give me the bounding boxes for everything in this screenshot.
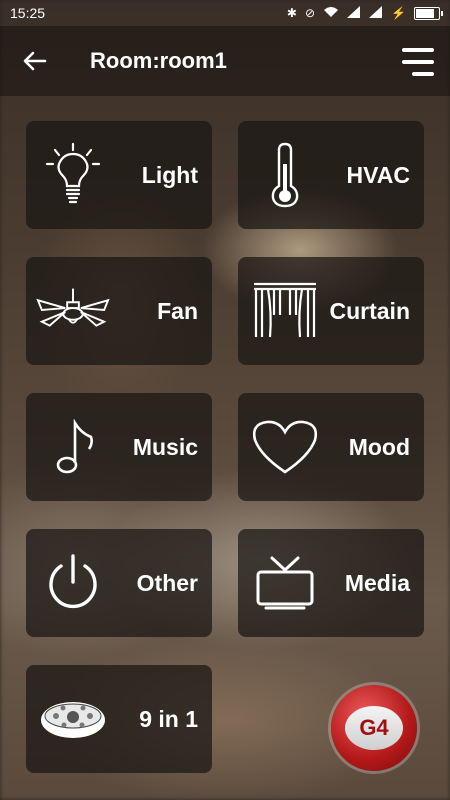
tile-hvac[interactable]: HVAC xyxy=(238,121,424,229)
tile-label: Curtain xyxy=(329,297,411,324)
tile-label: Other xyxy=(136,569,198,596)
alarm-off-icon: ⊘ xyxy=(304,6,316,20)
tile-label: Light xyxy=(141,161,198,188)
status-time: 15:25 xyxy=(10,5,46,21)
heart-icon xyxy=(248,413,322,481)
lightbulb-icon xyxy=(36,141,110,209)
menu-icon[interactable] xyxy=(402,48,434,76)
ceiling-fan-icon xyxy=(36,277,110,345)
tile-label: HVAC xyxy=(346,161,410,188)
tile-light[interactable]: Light xyxy=(26,121,212,229)
tile-label: Fan xyxy=(157,297,198,324)
thermometer-icon xyxy=(248,141,322,209)
bluetooth-icon: ✱ xyxy=(286,6,297,20)
tile-media[interactable]: Media xyxy=(238,529,424,637)
tile-9in1[interactable]: 9 in 1 xyxy=(26,665,212,773)
tile-label: Music xyxy=(132,433,198,460)
app-bar: Room:room1 xyxy=(0,26,450,96)
curtain-icon xyxy=(248,277,322,345)
tv-icon xyxy=(248,549,322,617)
battery-icon xyxy=(414,6,443,20)
signal-icon xyxy=(347,5,361,21)
tile-label: 9 in 1 xyxy=(139,705,198,732)
tile-fan[interactable]: Fan xyxy=(26,257,212,365)
music-note-icon xyxy=(36,413,110,481)
tile-label: Mood xyxy=(348,433,410,460)
g4-logo[interactable]: G4 xyxy=(331,685,417,771)
g4-badge: G4 xyxy=(345,706,403,750)
power-icon xyxy=(36,549,110,617)
arrow-left-icon[interactable] xyxy=(20,46,50,76)
tile-mood[interactable]: Mood xyxy=(238,393,424,501)
sensor-9in1-icon xyxy=(36,685,110,753)
charging-icon: ⚡ xyxy=(391,6,406,20)
wifi-icon xyxy=(323,6,339,21)
page-title: Room:room1 xyxy=(90,48,227,73)
tile-curtain[interactable]: Curtain xyxy=(238,257,424,365)
tile-music[interactable]: Music xyxy=(26,393,212,501)
signal-icon xyxy=(369,5,383,21)
tile-label: Media xyxy=(344,569,410,596)
tile-other[interactable]: Other xyxy=(26,529,212,637)
status-bar: 15:25 ✱ ⊘ ⚡ xyxy=(0,0,450,26)
status-icons: ✱ ⊘ ⚡ xyxy=(286,5,443,21)
